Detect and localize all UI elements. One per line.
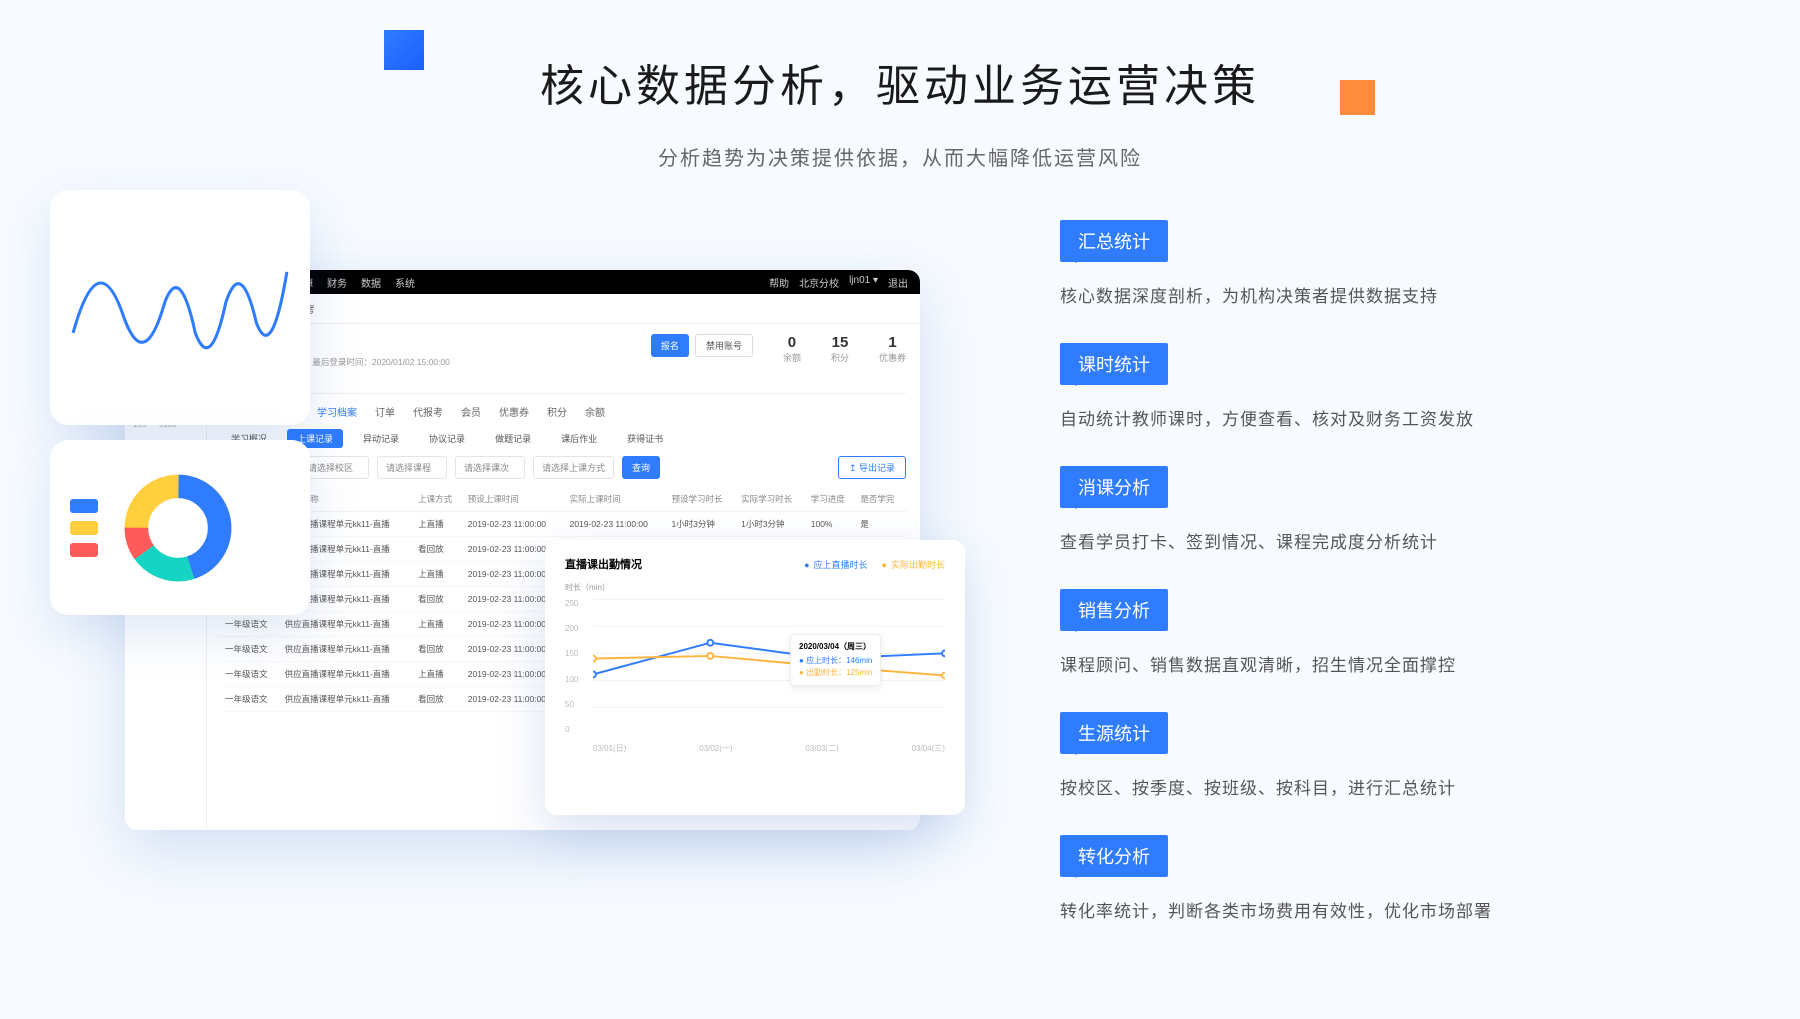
- feature-desc: 自动统计教师课时，方便查看、核对及财务工资发放: [1060, 405, 1740, 430]
- tab-item[interactable]: 积分: [547, 404, 567, 419]
- legend-item: 实际出勤时长: [882, 558, 945, 571]
- topright-item[interactable]: 退出: [888, 275, 908, 290]
- deco-blue-square: [384, 30, 424, 70]
- pill-item[interactable]: 获得证书: [617, 429, 673, 448]
- feature-desc: 转化率统计，判断各类市场费用有效性，优化市场部署: [1060, 897, 1740, 922]
- chart-tooltip: 2020/03/04（周三） ● 应上时长：146min ● 出勤时长：125m…: [790, 634, 881, 686]
- pill-item[interactable]: 异动记录: [353, 429, 409, 448]
- donut-legend: [70, 491, 98, 565]
- feature-item: 消课分析查看学员打卡、签到情况、课程完成度分析统计: [1060, 466, 1740, 553]
- feature-tag: 转化分析: [1060, 835, 1168, 877]
- topright-item[interactable]: 帮助: [769, 275, 789, 290]
- table-header: 上课方式: [414, 487, 464, 512]
- tab-item[interactable]: 余额: [585, 404, 605, 419]
- feature-desc: 课程顾问、销售数据直观清晰，招生情况全面撑控: [1060, 651, 1740, 676]
- table-header: 预设上课时间: [464, 487, 566, 512]
- topnav-item[interactable]: 系统: [395, 275, 415, 290]
- topnav-item[interactable]: 财务: [327, 275, 347, 290]
- deco-orange-square: [1340, 80, 1375, 115]
- topnav-item[interactable]: 数据: [361, 275, 381, 290]
- feature-desc: 查看学员打卡、签到情况、课程完成度分析统计: [1060, 528, 1740, 553]
- feature-item: 汇总统计核心数据深度剖析，为机构决策者提供数据支持: [1060, 220, 1740, 307]
- tab-item[interactable]: 学习档案: [317, 404, 357, 419]
- tab-item[interactable]: 优惠券: [499, 404, 529, 419]
- filter-row: 直播 请选择校区 请选择课程 请选择课次 请选择上课方式 查询 ↥ 导出记录: [221, 456, 906, 479]
- feature-tag: 汇总统计: [1060, 220, 1168, 262]
- topright-item[interactable]: ljn01 ▾: [849, 275, 878, 290]
- feature-item: 销售分析课程顾问、销售数据直观清晰，招生情况全面撑控: [1060, 589, 1740, 676]
- feature-item: 转化分析转化率统计，判断各类市场费用有效性，优化市场部署: [1060, 835, 1740, 922]
- hero-subtitle: 分析趋势为决策提供依据，从而大幅降低运营风险: [0, 142, 1800, 171]
- feature-item: 生源统计按校区、按季度、按班级、按科目，进行汇总统计: [1060, 712, 1740, 799]
- feature-tag: 消课分析: [1060, 466, 1168, 508]
- profile-header: 仝卿致 用户名：Ian.Dawson • 最后登录时间：2020/01/02 1…: [221, 334, 906, 394]
- tab-item[interactable]: 订单: [375, 404, 395, 419]
- wave-icon: [68, 208, 292, 407]
- stat-item: 1优惠券: [879, 334, 906, 364]
- attendance-chart: 250200150100500 2020/03/04（周三） ● 应上时长：14…: [565, 599, 945, 754]
- card-donut-chart: [50, 440, 310, 615]
- table-row[interactable]: 一年级语文供应直播课程单元kk11-直播上直播2019-02-23 11:00:…: [221, 512, 906, 537]
- features-list: 汇总统计核心数据深度剖析，为机构决策者提供数据支持课时统计自动统计教师课时，方便…: [1060, 220, 1740, 958]
- feature-tag: 销售分析: [1060, 589, 1168, 631]
- pill-item[interactable]: 做题记录: [485, 429, 541, 448]
- feature-tag: 课时统计: [1060, 343, 1168, 385]
- attendance-popup: 直播课出勤情况 应上直播时长 实际出勤时长 时长（min） 25020015010…: [545, 540, 965, 815]
- pill-item[interactable]: 协议记录: [419, 429, 475, 448]
- donut-icon: [123, 473, 233, 583]
- hero-title: 核心数据分析，驱动业务运营决策: [0, 50, 1800, 114]
- feature-tag: 生源统计: [1060, 712, 1168, 754]
- filter-course[interactable]: 请选择课程: [377, 456, 447, 479]
- table-header: 实际上课时间: [566, 487, 668, 512]
- y-axis-label: 时长（min）: [565, 582, 945, 593]
- table-header: 学习进度: [807, 487, 857, 512]
- card-wave-chart: [50, 190, 310, 425]
- popup-title: 直播课出勤情况: [565, 556, 642, 572]
- legend-item: 应上直播时长: [804, 558, 867, 571]
- table-header: 是否学完: [856, 487, 906, 512]
- topright-item[interactable]: 北京分校: [799, 275, 839, 290]
- table-header: 实际学习时长: [737, 487, 807, 512]
- filter-lesson[interactable]: 请选择课次: [455, 456, 525, 479]
- feature-desc: 按校区、按季度、按班级、按科目，进行汇总统计: [1060, 774, 1740, 799]
- signup-button[interactable]: 报名: [651, 334, 689, 357]
- pill-item[interactable]: 课后作业: [551, 429, 607, 448]
- tab-item[interactable]: 会员: [461, 404, 481, 419]
- search-button[interactable]: 查询: [622, 456, 660, 479]
- profile-tabs: 咨询记录报名学习档案订单代报考会员优惠券积分余额: [221, 394, 906, 429]
- hero: 核心数据分析，驱动业务运营决策 分析趋势为决策提供依据，从而大幅降低运营风险: [0, 0, 1800, 171]
- disable-account-button[interactable]: 禁用账号: [695, 334, 753, 357]
- table-header: 预设学习时长: [667, 487, 737, 512]
- stat-item: 15积分: [831, 334, 849, 364]
- feature-desc: 核心数据深度剖析，为机构决策者提供数据支持: [1060, 282, 1740, 307]
- export-button[interactable]: ↥ 导出记录: [838, 456, 906, 479]
- feature-item: 课时统计自动统计教师课时，方便查看、核对及财务工资发放: [1060, 343, 1740, 430]
- filter-mode[interactable]: 请选择上课方式: [533, 456, 614, 479]
- tab-item[interactable]: 代报考: [413, 404, 443, 419]
- stat-item: 0余额: [783, 334, 801, 364]
- record-pills: 学习概况上课记录异动记录协议记录做题记录课后作业获得证书: [221, 429, 906, 448]
